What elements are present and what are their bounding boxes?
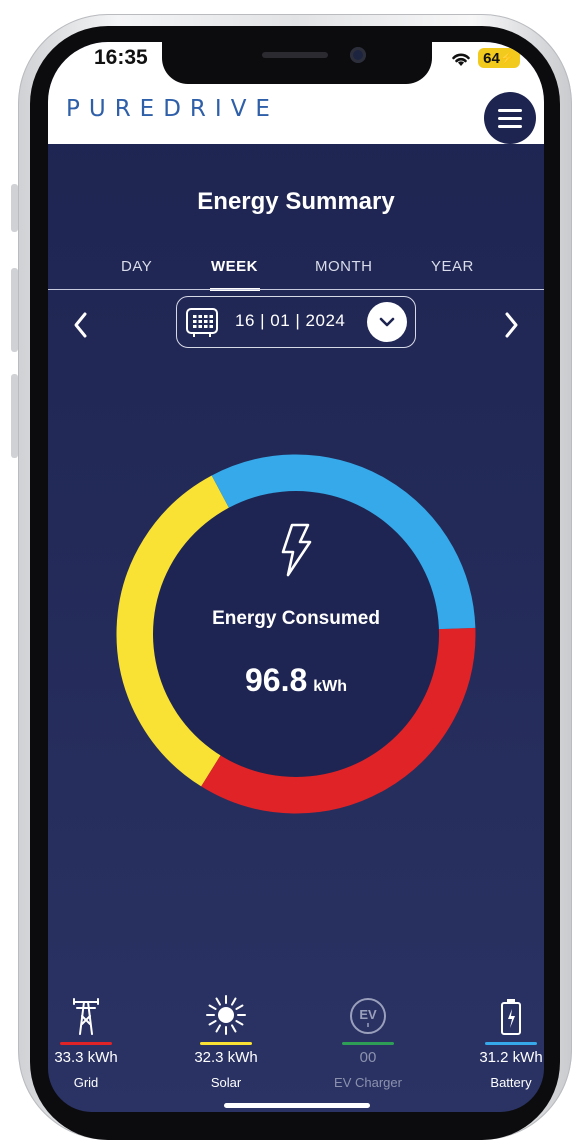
app-screen: 16:35 64 ⚡ PUREDRIVE Energy Summary DAY W… — [48, 42, 544, 1112]
front-camera — [350, 47, 366, 63]
metric-battery[interactable]: 31.2 kWh Battery — [461, 992, 544, 1090]
app-logo: PUREDRIVE — [66, 96, 279, 122]
status-time: 16:35 — [94, 46, 148, 69]
phone-side-button — [11, 184, 18, 232]
menu-button[interactable] — [484, 92, 536, 144]
date-dropdown-button[interactable] — [367, 302, 407, 342]
battery-level: 64 ⚡ — [478, 48, 520, 68]
next-period-arrow-icon[interactable] — [500, 310, 522, 340]
metric-ev-charger[interactable]: EV 00 EV Charger — [318, 992, 418, 1090]
speaker-grille — [262, 52, 328, 58]
ev-charger-label: EV Charger — [334, 1075, 402, 1090]
sun-icon — [206, 995, 246, 1035]
solar-label: Solar — [210, 1075, 242, 1090]
grid-label: Grid — [73, 1075, 99, 1090]
solar-value: 32.3 kWh — [194, 1049, 258, 1066]
period-tabs: DAY WEEK MONTH YEAR — [48, 258, 544, 291]
charging-bolt-icon: ⚡ — [499, 51, 515, 65]
wifi-icon — [452, 53, 470, 66]
previous-period-arrow-icon[interactable] — [70, 310, 92, 340]
energy-donut-chart — [116, 454, 476, 814]
energy-consumed-number: 96.8 — [244, 662, 308, 698]
tab-day[interactable]: DAY — [121, 258, 152, 275]
calendar-icon — [186, 308, 218, 337]
battery-label: Battery — [490, 1075, 532, 1090]
battery-icon — [501, 999, 521, 1035]
phone-side-button — [11, 374, 18, 458]
selected-date: 16 | 01 | 2024 — [235, 311, 346, 330]
hamburger-icon — [498, 116, 522, 120]
page-title: Energy Summary — [197, 188, 395, 215]
tab-month[interactable]: MONTH — [315, 258, 373, 275]
ev-charger-color-bar — [342, 1042, 394, 1045]
tabs-divider — [48, 289, 544, 290]
energy-consumed-label: Energy Consumed — [212, 608, 380, 629]
date-picker[interactable]: 16 | 01 | 2024 — [176, 296, 416, 348]
battery-color-bar — [485, 1042, 537, 1045]
phone-side-button — [11, 268, 18, 352]
tab-year[interactable]: YEAR — [431, 258, 474, 275]
home-indicator[interactable] — [224, 1103, 370, 1108]
hamburger-icon — [498, 124, 522, 128]
metric-solar[interactable]: 32.3 kWh Solar — [176, 992, 276, 1090]
phone-notch — [162, 42, 432, 84]
grid-value: 33.3 kWh — [54, 1049, 118, 1066]
energy-consumed-value: 96.8 kWh — [48, 662, 544, 699]
power-pole-icon — [73, 998, 99, 1035]
solar-color-bar — [200, 1042, 252, 1045]
energy-consumed-unit: kWh — [313, 678, 348, 695]
ev-icon: EV — [350, 998, 386, 1034]
lightning-bolt-icon — [281, 523, 312, 577]
svg-text:EV: EV — [359, 1007, 377, 1022]
grid-color-bar — [60, 1042, 112, 1045]
metric-grid[interactable]: 33.3 kWh Grid — [48, 992, 136, 1090]
ev-charger-value: 00 — [359, 1049, 377, 1066]
tab-week[interactable]: WEEK — [211, 258, 258, 275]
chevron-down-icon — [379, 317, 395, 327]
battery-value: 31.2 kWh — [479, 1049, 543, 1066]
hamburger-icon — [498, 108, 522, 112]
battery-percent: 64 — [483, 49, 500, 67]
